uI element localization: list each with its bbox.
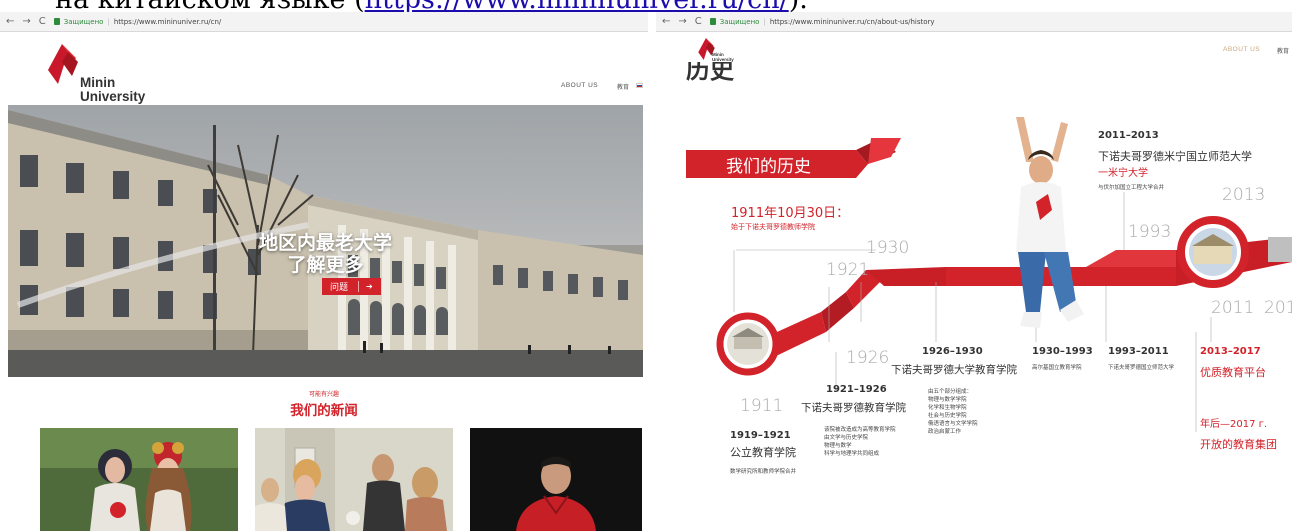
nav-about-us[interactable]: ABOUT US (561, 82, 598, 89)
hero-title-line-2: 了解更多 (287, 254, 364, 276)
reload-button[interactable]: C (39, 16, 46, 27)
hero-button-label: 问题 (330, 283, 349, 293)
desc-line: 化学和生物学院 (928, 405, 967, 411)
russian-flag-icon[interactable] (636, 83, 643, 88)
hero-question-button[interactable]: 问题 ➔ (322, 278, 381, 295)
period-1919-1921-range: 1919–1921 (730, 430, 791, 441)
hero-banner: 地区内最老大学 了解更多 问题 ➔ (8, 105, 643, 377)
year-1926-label: 1926 (846, 348, 890, 368)
year-1921-label: 1921 (826, 260, 870, 280)
year-1993-label: 1993 (1128, 222, 1172, 242)
arrow-right-icon: ➔ (366, 282, 373, 291)
jumping-student-illustration (1016, 117, 1084, 328)
year-1930-label: 1930 (866, 238, 910, 258)
url-text: https://www.mininuniver.ru/cn/ (113, 17, 222, 26)
period-1930-1993-title: 高尔基国立教育学院 (1032, 365, 1082, 371)
period-1921-1926-title: 下诺夫哥罗德教育学院 (801, 402, 906, 414)
desc-line: 该院被改造成为高等教育学院 (824, 427, 896, 433)
period-1930-1993-range: 1930–1993 (1032, 346, 1093, 357)
secure-label: Защищено (63, 17, 104, 26)
news-kicker: 可能有兴趣 (308, 391, 339, 398)
period-1919-1921-description: 数学研究所和教师学院合并 (730, 469, 797, 475)
desc-line: 物理与数学学院 (928, 397, 967, 403)
period-1921-1926-range: 1921–1926 (826, 384, 887, 395)
period-1926-1930-range: 1926–1930 (922, 346, 983, 357)
desc-line: 政治启蒙工作 (928, 429, 962, 435)
year-2011-label: 2011 (1211, 298, 1255, 318)
period-1919-1921-title: 公立教育学院 (730, 446, 796, 459)
period-1993-2011-title: 下诺夫哥罗德国立师范大学 (1108, 365, 1175, 371)
period-1926-1930-description: 由五个部分组成： 物理与数学学院 化学和生物学院 社会与历史学院 俄语语言与文学… (928, 388, 978, 436)
desc-line: 俄语语言与文学学院 (928, 421, 978, 427)
period-1926-1930-title: 下诺夫哥罗德大学教育学院 (891, 364, 1017, 376)
period-after-2017-title: 开放的教育集团 (1200, 438, 1277, 451)
year-2017-label: 2017 (1264, 298, 1292, 318)
back-button[interactable]: ← (6, 16, 14, 27)
screenshot-home: ← → C Защищено | https://www.mininuniver… (0, 12, 648, 531)
news-card-3-image[interactable] (470, 428, 642, 531)
period-2011-2013-title: 下诺夫哥罗德米宁国立师范大学 (1098, 150, 1252, 163)
address-bar[interactable]: Защищено | https://www.mininuniver.ru/cn… (53, 17, 222, 26)
news-card-2-image[interactable] (255, 428, 453, 531)
logo-text[interactable]: Minin University (80, 75, 146, 105)
founding-date-subtitle: 始于下诺夫哥罗德教师学院 (731, 223, 815, 231)
hero-title: 地区内最老大学 了解更多 (8, 232, 643, 276)
hero-title-line-1: 地区内最老大学 (258, 232, 392, 254)
period-2013-2017-range: 2013–2017 (1200, 346, 1261, 357)
period-2011-2013-note: 与伏尔加国立工程大学合并 (1098, 185, 1165, 191)
news-section-title: 我们的新闻 (290, 403, 358, 419)
desc-line: 社会与历史学院 (928, 413, 967, 419)
period-2011-2013-subtitle: 一米宁大学 (1098, 168, 1148, 179)
url-separator: | (107, 17, 110, 26)
desc-line: 由文学与历史学院 (824, 435, 869, 441)
desc-line: 由五个部分组成： (928, 389, 973, 395)
founding-date: 1911年10月30日： (731, 206, 850, 221)
year-1911-label: 1911 (740, 396, 784, 416)
desc-line: 科学与地理学共同组成 (824, 451, 880, 457)
logo-line-1: Minin (80, 75, 116, 90)
desc-line: 物理与数学 (824, 443, 852, 449)
browser-toolbar: ← → C Защищено | https://www.mininuniver… (0, 12, 648, 32)
period-after-2017-range: 年后—2017 г. (1200, 419, 1268, 430)
nav-language[interactable]: 教育 (617, 82, 629, 91)
logo-line-2: University (80, 89, 146, 105)
period-1921-1926-description: 该院被改造成为高等教育学院 由文学与历史学院 物理与数学 科学与地理学共同组成 (824, 426, 896, 458)
year-2013-label: 2013 (1222, 185, 1266, 205)
news-card-1-image[interactable] (40, 428, 238, 531)
screenshot-history: ← → C Защищено | https://www.mininuniver… (656, 12, 1292, 531)
lock-icon (53, 18, 60, 25)
history-ribbon-label: 我们的历史 (726, 157, 811, 177)
period-2011-2013-range: 2011–2013 (1098, 130, 1159, 141)
site-header: Minin University ABOUT US 教育 (0, 32, 648, 114)
period-1993-2011-range: 1993–2011 (1108, 346, 1169, 357)
forward-button[interactable]: → (22, 16, 30, 27)
period-2013-2017-title: 优质教育平台 (1200, 366, 1266, 379)
